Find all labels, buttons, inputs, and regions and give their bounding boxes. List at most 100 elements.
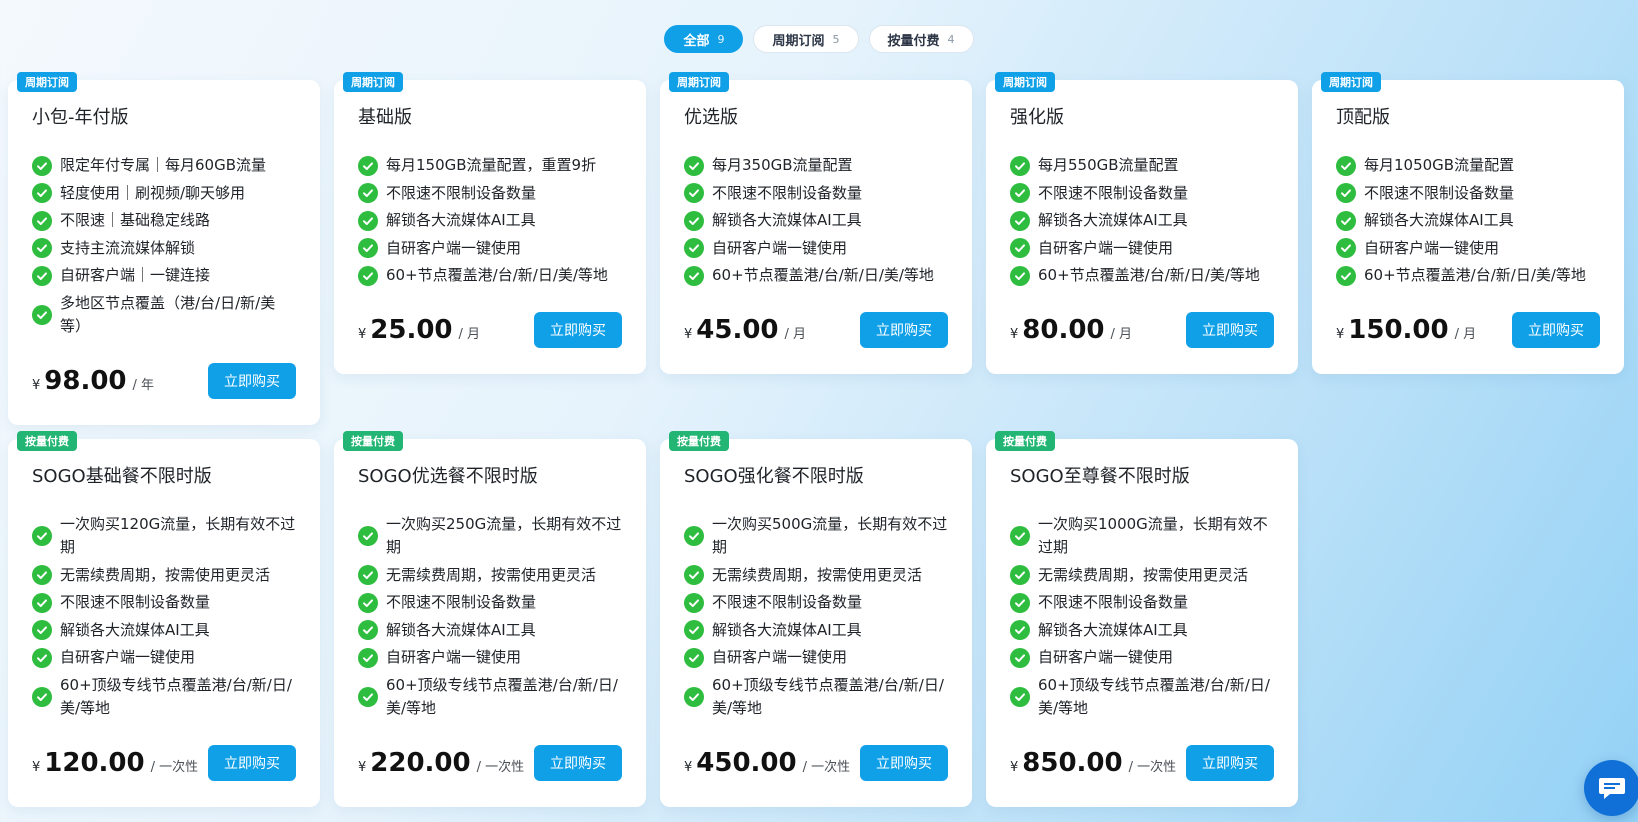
feature-item: 无需续费周期，按需使用更灵活 [1010, 564, 1274, 588]
feature-text: 不限速不限制设备数量 [60, 593, 211, 611]
check-icon [1336, 238, 1356, 259]
plan-card: 周期订阅 小包-年付版 限定年付专属｜每月60GB流量 轻度使用｜刷视频/聊天够用 不限… [8, 72, 320, 425]
plan-title: 优选版 [684, 107, 738, 128]
check-icon [1010, 155, 1030, 176]
feature-list: 每月150GB流量配置，重置9折 不限速不限制设备数量 解锁各大流媒体AI工具 自研客… [358, 154, 622, 288]
check-icon [358, 183, 378, 204]
buy-now-button[interactable]: 立即购买 [1186, 311, 1274, 348]
price-amount: 150.00 [1348, 314, 1449, 345]
buy-now-button[interactable]: 立即购买 [1186, 744, 1274, 781]
feature-text: 无需续费周期，按需使用更灵活 [1038, 565, 1249, 584]
check-icon [32, 238, 52, 259]
tab-count: 4 [947, 32, 955, 46]
feature-item: 无需续费周期，按需使用更灵活 [32, 564, 296, 588]
feature-text: 限定年付专属｜每月60GB流量 [60, 156, 267, 174]
plan-footer: ¥220.00 / 一次性 立即购买 [358, 744, 622, 781]
plan-filter-tabs: 全部 9 周期订阅 5 按量付费 4 [0, 25, 1638, 53]
feature-text: 自研客户端一键使用 [712, 238, 848, 257]
check-icon [1010, 238, 1030, 259]
currency-symbol: ¥ [358, 326, 367, 342]
check-icon [358, 265, 378, 286]
feature-text: 自研客户端一键使用 [1364, 238, 1500, 257]
check-icon [684, 155, 704, 176]
feature-item: 不限速不限制设备数量 [358, 182, 622, 206]
feature-text: 一次购买120G流量，长期有效不过期 [60, 514, 296, 557]
check-icon [1336, 183, 1356, 204]
feature-text: 不限速不限制设备数量 [1364, 183, 1515, 202]
plan-card: 按量付费 SOGO强化餐不限时版 一次购买500G流量，长期有效不过期 无需续费周期，… [660, 430, 972, 807]
check-icon [358, 620, 378, 641]
feature-text: 解锁各大流媒体AI工具 [60, 620, 210, 639]
tab-subscription[interactable]: 周期订阅 5 [753, 25, 859, 53]
feature-text: 多地区节点覆盖（港/台/日/新/美等） [60, 293, 276, 336]
check-icon [1336, 210, 1356, 231]
price: ¥120.00 / 一次性 [32, 748, 198, 778]
buy-now-button[interactable]: 立即购买 [208, 362, 296, 399]
feature-list: 每月550GB流量配置 不限速不限制设备数量 解锁各大流媒体AI工具自研客户端一键使… [1010, 154, 1274, 288]
check-icon [1010, 687, 1030, 707]
feature-text: 60+节点覆盖港/台/新/日/美/等地 [1364, 266, 1586, 284]
check-icon [358, 565, 378, 586]
feature-item: 轻度使用｜刷视频/聊天够用 [32, 182, 296, 206]
feature-item: 自研客户端一键使用 [684, 646, 948, 670]
feature-item: 解锁各大流媒体AI工具 [1010, 209, 1274, 233]
feature-item: 每月550GB流量配置 [1010, 154, 1274, 178]
feature-item: 不限速不限制设备数量 [1010, 182, 1274, 206]
check-icon [358, 526, 378, 546]
price-amount: 850.00 [1022, 747, 1123, 778]
feature-item: 解锁各大流媒体AI工具 [1010, 619, 1274, 643]
feature-text: 支持主流流媒体解锁 [60, 238, 196, 257]
check-icon [684, 592, 704, 613]
buy-now-button[interactable]: 立即购买 [1512, 311, 1600, 348]
chat-support-button[interactable] [1584, 760, 1638, 816]
check-icon [1010, 183, 1030, 204]
check-icon [32, 305, 52, 325]
price-amount: 45.00 [696, 314, 779, 345]
price: ¥98.00 / 年 [32, 366, 154, 396]
feature-item: 60+节点覆盖港/台/新/日/美/等地 [1010, 264, 1274, 288]
feature-item: 不限速不限制设备数量 [358, 591, 622, 615]
price-amount: 220.00 [370, 747, 471, 778]
plan-footer: ¥45.00 / 月 立即购买 [684, 311, 948, 348]
buy-now-button[interactable]: 立即购买 [860, 311, 948, 348]
feature-item: 自研客户端一键使用 [684, 237, 948, 261]
tab-pay-as-you-go[interactable]: 按量付费 4 [868, 25, 974, 53]
feature-item: 不限速不限制设备数量 [684, 182, 948, 206]
check-icon [32, 565, 52, 586]
price-unit: / 一次性 [802, 759, 851, 775]
check-icon [684, 183, 704, 204]
plan-card: 周期订阅 顶配版 每月1050GB流量配置 不限速不限制设备数量 解锁各大流媒体AI工具… [1312, 72, 1624, 374]
price: ¥45.00 / 月 [684, 315, 806, 345]
buy-now-button[interactable]: 立即购买 [534, 744, 622, 781]
feature-item: 不限速不限制设备数量 [1336, 182, 1600, 206]
feature-text: 一次购买250G流量，长期有效不过期 [386, 514, 622, 557]
feature-text: 一次购买500G流量，长期有效不过期 [712, 514, 948, 557]
feature-text: 每月1050GB流量配置 [1364, 156, 1515, 174]
feature-item: 自研客户端｜一键连接 [32, 264, 296, 288]
feature-list: 限定年付专属｜每月60GB流量 轻度使用｜刷视频/聊天够用 不限速｜基础稳定线路 支持… [32, 154, 296, 339]
currency-symbol: ¥ [1010, 326, 1019, 342]
feature-item: 60+顶级专线节点覆盖港/台/新/日/美/等地 [684, 674, 948, 721]
feature-text: 自研客户端一键使用 [1038, 238, 1174, 257]
check-icon [684, 526, 704, 546]
plan-title: 基础版 [358, 107, 412, 128]
plan-footer: ¥150.00 / 月 立即购买 [1336, 311, 1600, 348]
buy-now-button[interactable]: 立即购买 [860, 744, 948, 781]
plan-row-subscription: 周期订阅 小包-年付版 限定年付专属｜每月60GB流量 轻度使用｜刷视频/聊天够用 不限… [8, 72, 1628, 425]
check-icon [358, 592, 378, 613]
feature-item: 解锁各大流媒体AI工具 [358, 619, 622, 643]
feature-text: 60+节点覆盖港/台/新/日/美/等地 [712, 266, 934, 284]
feature-list: 一次购买120G流量，长期有效不过期无需续费周期，按需使用更灵活不限速不限制设备… [32, 513, 296, 721]
buy-now-button[interactable]: 立即购买 [208, 744, 296, 781]
feature-item: 不限速不限制设备数量 [1010, 591, 1274, 615]
check-icon [684, 265, 704, 286]
check-icon [32, 592, 52, 613]
feature-item: 60+顶级专线节点覆盖港/台/新/日/美/等地 [1010, 674, 1274, 721]
check-icon [1010, 647, 1030, 668]
plan-row-pay-as-you-go: 按量付费 SOGO基础餐不限时版 一次购买120G流量，长期有效不过期 无需续费周期，… [8, 430, 1628, 807]
feature-list: 一次购买250G流量，长期有效不过期 无需续费周期，按需使用更灵活 不限速不限制设备… [358, 513, 622, 721]
plan-footer: ¥850.00 / 一次性 立即购买 [1010, 744, 1274, 781]
tab-all[interactable]: 全部 9 [664, 25, 744, 53]
buy-now-button[interactable]: 立即购买 [534, 311, 622, 348]
price: ¥25.00 / 月 [358, 315, 480, 345]
